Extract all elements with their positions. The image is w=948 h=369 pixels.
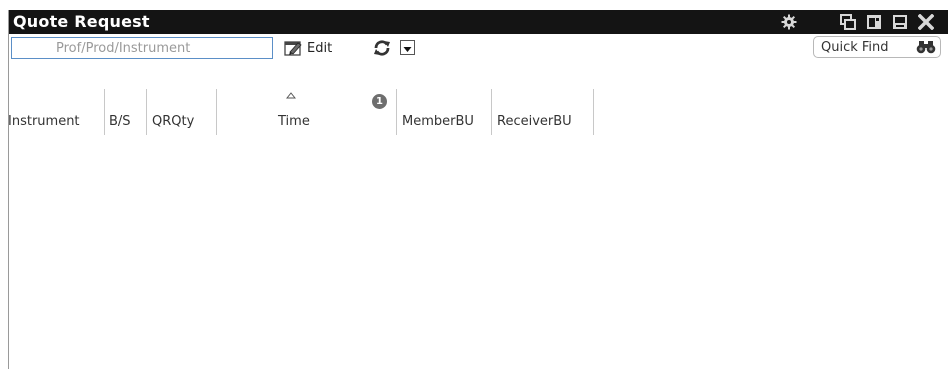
column-header-bs[interactable]: B/S — [105, 89, 147, 135]
edit-button[interactable]: Edit — [284, 37, 332, 59]
refresh-icon[interactable] — [373, 39, 391, 57]
column-label: B/S — [109, 114, 131, 129]
sort-priority-badge: 1 — [372, 94, 387, 109]
edit-icon — [284, 41, 302, 56]
chevron-down-icon — [403, 47, 412, 52]
column-label: ReceiverBU — [497, 114, 572, 129]
close-icon[interactable] — [918, 14, 934, 30]
quote-request-window: Quote Request Prof/Prod/Instrument Edit … — [8, 10, 948, 369]
sort-ascending-icon — [286, 92, 296, 99]
column-label: MemberBU — [402, 114, 474, 129]
grid-header: Instrument B/S QRQty Time 1 MemberBU Rec… — [8, 89, 594, 135]
binoculars-icon — [916, 41, 936, 54]
column-header-instrument[interactable]: Instrument — [8, 89, 105, 135]
window-restore-icon[interactable] — [840, 14, 856, 30]
window-minimize-icon[interactable] — [892, 14, 908, 30]
toolbar: Edit Quick Find — [9, 34, 948, 64]
column-header-qrqty[interactable]: QRQty — [147, 89, 217, 135]
edit-label: Edit — [307, 40, 333, 56]
column-label: QRQty — [152, 114, 195, 129]
quick-find-label: Quick Find — [821, 39, 889, 55]
title-bar[interactable]: Quote Request — [9, 10, 948, 34]
column-label: Time — [278, 114, 310, 129]
window-title: Quote Request — [13, 12, 150, 31]
column-header-receiverbu[interactable]: ReceiverBU — [492, 89, 594, 135]
options-dropdown-button[interactable] — [400, 40, 415, 55]
gear-icon[interactable] — [781, 14, 797, 30]
quick-find-button[interactable]: Quick Find — [813, 36, 941, 58]
column-header-memberbu[interactable]: MemberBU — [397, 89, 492, 135]
window-dock-icon[interactable] — [866, 14, 882, 30]
instrument-search-input[interactable] — [11, 37, 273, 59]
column-label: Instrument — [8, 114, 80, 129]
column-header-time[interactable]: Time 1 — [217, 89, 397, 135]
